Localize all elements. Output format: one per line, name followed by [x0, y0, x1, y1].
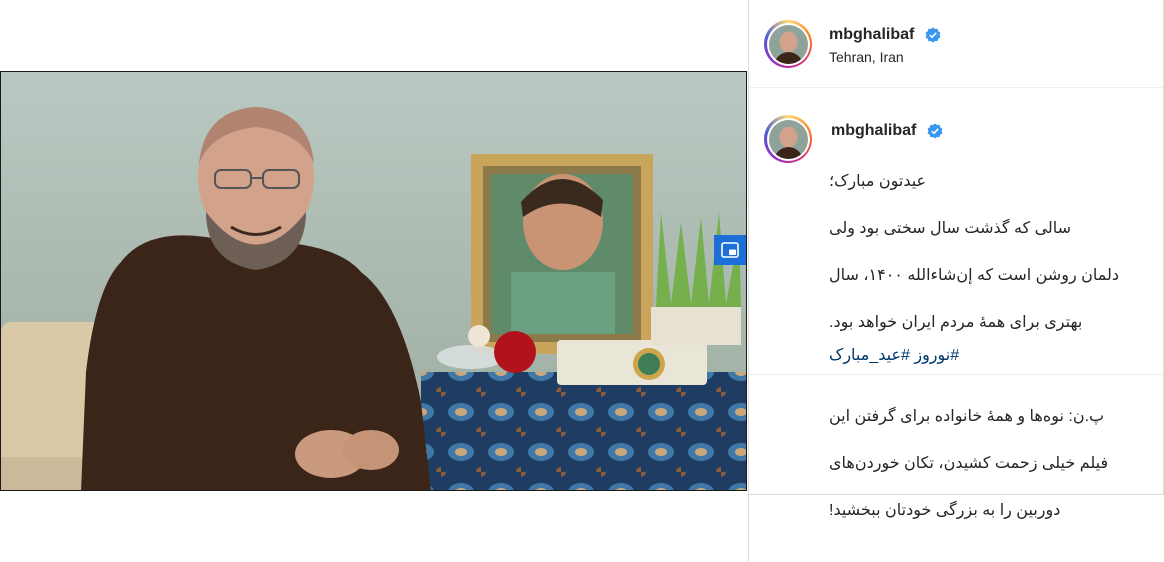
hashtag-link[interactable]: #نوروز — [914, 347, 959, 364]
avatar-photo — [768, 24, 808, 64]
caption-line: دلمان روشن است که إن‌شاءالله ۱۴۰۰، سال — [829, 266, 1119, 284]
post-video[interactable] — [0, 71, 747, 491]
picture-in-picture-button[interactable] — [714, 235, 746, 265]
author-avatar[interactable] — [764, 20, 812, 68]
caption-author-avatar[interactable] — [764, 115, 812, 163]
verified-badge-icon — [927, 123, 943, 139]
media-column — [0, 0, 748, 562]
avatar-photo — [768, 119, 808, 159]
caption-line: بهتری برای همهٔ مردم ایران خواهد بود. — [829, 313, 1083, 331]
caption-line: دوربین را به بزرگی خودتان ببخشید! — [829, 501, 1061, 519]
caption-line: عیدتون مبارک؛ — [829, 172, 927, 190]
avatar-frame — [766, 117, 810, 161]
post-side-panel: mbghalibaf Tehran, Iran mbghalibaf عیدتو… — [749, 0, 1164, 562]
caption-username[interactable]: mbghalibaf — [831, 122, 916, 140]
panel-bottom-border — [749, 494, 1164, 495]
video-frame — [1, 72, 746, 490]
post-header: mbghalibaf Tehran, Iran — [749, 0, 1164, 88]
caption-line: سالی که گذشت سال سختی بود ولی — [829, 219, 1072, 237]
caption-line: پ.ن: نوه‌ها و همهٔ خانواده برای گرفتن ای… — [829, 407, 1105, 425]
post-location[interactable]: Tehran, Iran — [829, 49, 904, 65]
author-username[interactable]: mbghalibaf — [829, 26, 914, 44]
caption-hashtags: #نوروز #عید_مبارک — [829, 345, 1149, 365]
avatar-frame — [766, 22, 810, 66]
caption-line: فیلم خیلی زحمت کشیدن، تکان خوردن‌های — [829, 454, 1109, 472]
verified-badge-icon — [925, 27, 941, 43]
hashtag-link[interactable]: #عید_مبارک — [829, 347, 910, 364]
caption-divider — [749, 374, 1164, 375]
picture-in-picture-icon — [721, 242, 739, 258]
